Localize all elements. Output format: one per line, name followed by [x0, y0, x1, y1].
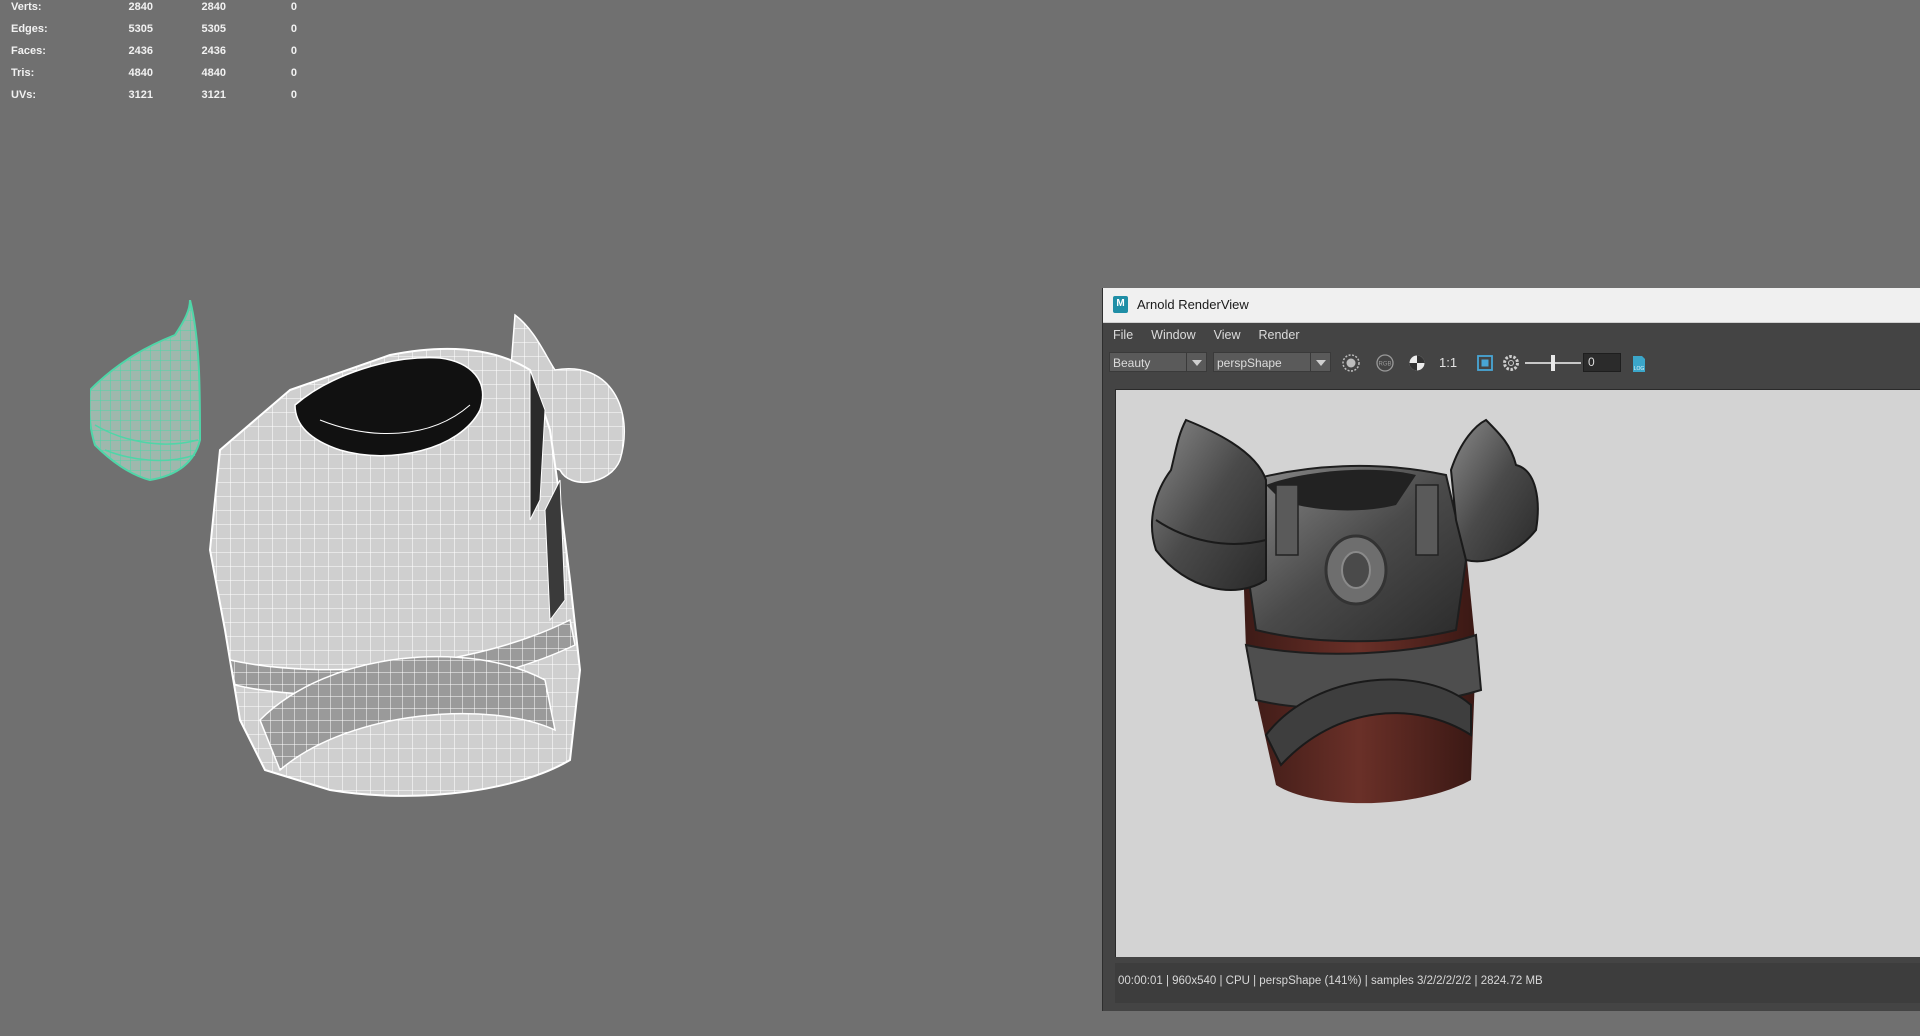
toolbar: Beauty perspShape RGB 1:1 0 LOG — [1103, 349, 1920, 377]
hud-value: 4840 — [201, 67, 226, 79]
title-bar[interactable]: M Arnold RenderView — [1103, 288, 1920, 323]
log-icon[interactable]: LOG — [1629, 354, 1649, 374]
region-icon[interactable] — [1475, 353, 1495, 373]
menu-file[interactable]: File — [1113, 328, 1133, 342]
rgb-channel-icon[interactable]: RGB — [1375, 353, 1395, 373]
hud-value: 2436 — [128, 45, 153, 57]
hud-value: 0 — [290, 67, 297, 79]
rendered-armor-image — [1150, 418, 1539, 804]
exposure-input[interactable]: 0 — [1583, 353, 1621, 372]
maya-app-icon: M — [1113, 296, 1128, 313]
status-bar: 00:00:01 | 960x540 | CPU | perspShape (1… — [1115, 963, 1920, 1003]
menu-window[interactable]: Window — [1151, 328, 1195, 342]
hud-label: UVs: — [11, 89, 37, 101]
contrast-icon[interactable] — [1407, 353, 1427, 373]
hud-value: 3121 — [128, 89, 153, 101]
menu-bar: File Window View Render — [1103, 323, 1920, 347]
hud-value: 2840 — [128, 1, 153, 13]
hud-value: 0 — [290, 23, 297, 35]
hud-value: 0 — [290, 45, 297, 57]
render-sphere-icon[interactable] — [1341, 353, 1361, 373]
hud-label: Faces: — [11, 45, 46, 57]
hud-label: Tris: — [11, 67, 35, 79]
chevron-down-icon — [1186, 353, 1206, 371]
ratio-1-1-button[interactable]: 1:1 — [1439, 355, 1457, 370]
arnold-renderview-window[interactable]: M Arnold RenderView File Window View Ren… — [1103, 288, 1920, 1011]
menu-render[interactable]: Render — [1259, 328, 1300, 342]
left-pauldron-selected — [90, 300, 202, 482]
hud-value: 5305 — [201, 23, 226, 35]
hud-value: 0 — [290, 1, 297, 13]
hud-value: 3121 — [201, 89, 226, 101]
armor-wireframe-mesh[interactable] — [90, 300, 650, 880]
hud-value: 0 — [290, 89, 297, 101]
svg-text:LOG: LOG — [1634, 366, 1645, 372]
render-canvas[interactable] — [1115, 389, 1920, 957]
menu-view[interactable]: View — [1214, 328, 1241, 342]
hud-value: 5305 — [128, 23, 153, 35]
camera-select[interactable]: perspShape — [1213, 352, 1331, 372]
window-title: Arnold RenderView — [1137, 297, 1249, 312]
hud-value: 4840 — [128, 67, 153, 79]
settings-gear-icon[interactable] — [1501, 353, 1521, 373]
render-status-text: 00:00:01 | 960x540 | CPU | perspShape (1… — [1118, 975, 1543, 987]
aov-select-value: Beauty — [1113, 356, 1151, 370]
hud-value: 2436 — [201, 45, 226, 57]
camera-select-value: perspShape — [1217, 356, 1282, 370]
svg-text:RGB: RGB — [1378, 362, 1391, 368]
slider-handle[interactable] — [1551, 355, 1555, 371]
chevron-down-icon — [1310, 353, 1330, 371]
hud-label: Edges: — [11, 23, 48, 35]
aov-select[interactable]: Beauty — [1109, 352, 1207, 372]
hud-value: 2840 — [201, 1, 226, 13]
exposure-slider[interactable] — [1523, 354, 1583, 372]
hud-label: Verts: — [11, 1, 42, 13]
